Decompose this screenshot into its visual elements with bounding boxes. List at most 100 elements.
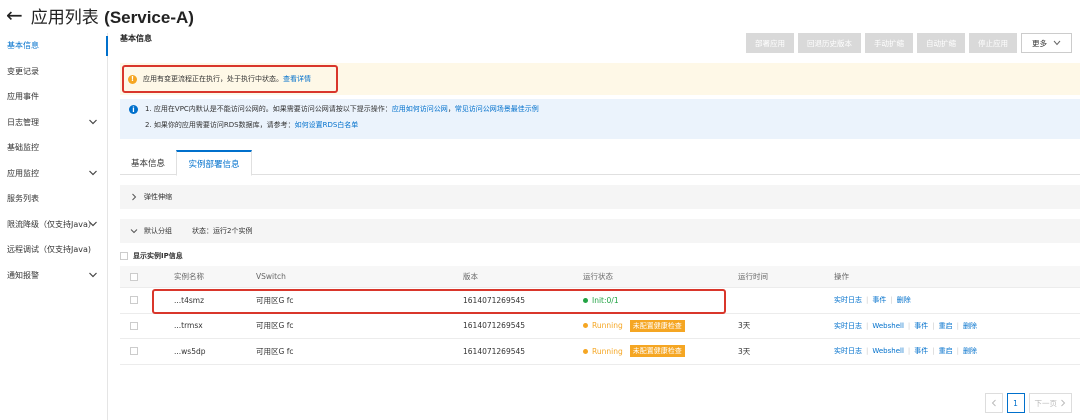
tab-bar: 基本信息 实例部署信息 (120, 150, 1080, 176)
action-link[interactable]: 删除 (897, 295, 911, 305)
action-link[interactable]: 实时日志 (834, 295, 862, 305)
version: 1614071269545 (463, 321, 526, 331)
action-link[interactable]: 实时日志 (834, 346, 862, 356)
col-ops: 操作 (834, 272, 849, 281)
page-number-button[interactable]: 1 (1006, 393, 1025, 413)
separator: | (866, 321, 869, 330)
sidebar-item[interactable]: 服务列表 (0, 186, 107, 212)
toolbar-button[interactable]: 停止应用 (969, 33, 1017, 53)
action-link[interactable]: 事件 (914, 321, 928, 331)
chevron-down-icon (89, 221, 97, 226)
rds-whitelist-link[interactable]: 如何设置RDS白名单 (295, 121, 359, 129)
sidebar-item[interactable]: 限流降级（仅支持Java） (0, 212, 107, 238)
pagination: 1 下一页 (984, 393, 1072, 413)
prev-page-button[interactable] (984, 393, 1003, 413)
title-bar: ← 应用列表 (Service-A) (6, 2, 194, 28)
run-status: Running 未配置健康检查 (583, 314, 685, 339)
action-link[interactable]: 实时日志 (834, 321, 862, 331)
sidebar-item[interactable]: 基础监控 (0, 135, 107, 161)
more-button[interactable]: 更多 (1021, 33, 1072, 53)
instance-name: ...ws5dp (174, 346, 206, 356)
sidebar-item[interactable]: 远程调试（仅支持Java) (0, 237, 107, 263)
sidebar-item-label: 通知报警 (7, 270, 39, 280)
sidebar-item[interactable]: 应用监控 (0, 161, 107, 187)
elastic-scaling-panel[interactable]: 弹性伸缩 (120, 185, 1080, 209)
row-checkbox[interactable] (130, 339, 138, 364)
toolbar-button[interactable]: 部署应用 (746, 33, 794, 53)
action-link[interactable]: Webshell (872, 322, 904, 330)
status-text: Init:0/1 (592, 295, 619, 305)
row-highlight-box (152, 289, 726, 314)
tab-basic-info[interactable]: 基本信息 (120, 150, 176, 175)
status-text: Running (592, 321, 623, 331)
row-actions: 实时日志 | Webshell | 事件 | 重启 | 删除 (834, 314, 977, 339)
status-dot (583, 323, 588, 329)
toolbar-button[interactable]: 手动扩缩 (865, 33, 913, 53)
runtime: 3天 (738, 346, 751, 356)
separator: | (956, 321, 959, 330)
row-actions: 实时日志 | 事件 | 删除 (834, 288, 911, 313)
row-checkbox[interactable] (130, 314, 138, 339)
page-title: 应用列表 (Service-A) (30, 7, 194, 28)
col-runtime: 运行时间 (738, 272, 768, 281)
public-access-examples-link[interactable]: 常见访问公网场景最佳示例 (455, 105, 539, 113)
show-ip-toggle[interactable]: 显示实例IP信息 (120, 251, 183, 261)
separator: | (932, 321, 935, 330)
instance-name: ...trmsx (174, 321, 203, 331)
sidebar-item-label: 日志管理 (7, 117, 39, 127)
vswitch: 可用区G fc (256, 321, 294, 331)
sidebar-item[interactable]: 变更记录 (0, 59, 107, 85)
version: 1614071269545 (463, 295, 526, 305)
col-name: 实例名称 (174, 272, 204, 281)
sidebar-item-label: 限流降级（仅支持Java） (7, 219, 96, 229)
sidebar-item-label: 应用事件 (7, 92, 39, 102)
instance-table: 实例名称 VSwitch 版本 运行状态 运行时间 操作 ...t4smz 可用区… (120, 266, 1080, 365)
runtime: 3天 (738, 321, 751, 331)
status-dot (583, 297, 588, 303)
separator: | (956, 347, 959, 356)
sidebar-item[interactable]: 基本信息 (0, 33, 108, 59)
tab-instance-deploy[interactable]: 实例部署信息 (176, 150, 252, 176)
action-link[interactable]: Webshell (872, 347, 904, 355)
instance-name: ...t4smz (174, 295, 205, 305)
col-version: 版本 (463, 272, 478, 281)
sidebar-item[interactable]: 通知报警 (0, 263, 107, 289)
chevron-down-icon (130, 229, 138, 234)
sidebar-item[interactable]: 日志管理 (0, 110, 107, 136)
back-arrow-icon[interactable]: ← (6, 5, 23, 25)
select-all-checkbox[interactable] (130, 266, 138, 287)
section-title: 基本信息 (120, 34, 152, 43)
separator: | (907, 321, 911, 330)
separator: | (866, 347, 869, 356)
toolbar-button[interactable]: 自动扩缩 (917, 33, 965, 53)
action-link[interactable]: 删除 (963, 346, 977, 356)
run-status: Running 未配置健康检查 (583, 339, 685, 364)
toolbar-button[interactable]: 回退历史版本 (798, 33, 861, 53)
health-check-badge[interactable]: 未配置健康检查 (629, 319, 685, 332)
public-access-link[interactable]: 应用如何访问公网 (392, 105, 448, 113)
chevron-down-icon (89, 272, 97, 277)
sidebar-item-label: 变更记录 (7, 66, 39, 76)
action-link[interactable]: 重启 (939, 321, 953, 331)
chevron-down-icon (1053, 40, 1061, 46)
info-line-2: 2. 如果你的应用需要访问RDS数据库，请参考：如何设置RDS白名单 (145, 121, 359, 129)
row-checkbox[interactable] (130, 288, 138, 313)
sidebar-item[interactable]: 应用事件 (0, 84, 107, 110)
health-check-badge[interactable]: 未配置健康检查 (629, 345, 685, 358)
show-ip-checkbox[interactable] (120, 252, 128, 260)
info-banner: i 1. 应用在VPC内默认是不能访问公网的。如果需要访问公网请按以下提示操作：… (120, 99, 1080, 139)
sidebar: 基本信息变更记录应用事件日志管理基础监控应用监控服务列表限流降级（仅支持Java… (0, 33, 108, 420)
next-page-button[interactable]: 下一页 (1028, 393, 1072, 413)
sidebar-item-label: 应用监控 (7, 168, 39, 178)
warning-banner: ! 应用有变更流程正在执行，处于执行中状态。查看详情 (120, 63, 1080, 95)
action-link[interactable]: 事件 (872, 295, 886, 305)
action-link[interactable]: 删除 (963, 321, 977, 331)
action-link[interactable]: 事件 (914, 346, 928, 356)
default-group-panel[interactable]: 默认分组 状态：运行2个实例 (120, 219, 1080, 243)
separator: | (890, 296, 893, 305)
action-link[interactable]: 重启 (939, 346, 953, 356)
info-icon: i (129, 105, 138, 114)
chevron-right-icon (1061, 399, 1066, 407)
table-row: ...trmsx 可用区G fc 1614071269545 Running 未配置健康… (120, 314, 1080, 339)
chevron-right-icon (132, 193, 137, 201)
